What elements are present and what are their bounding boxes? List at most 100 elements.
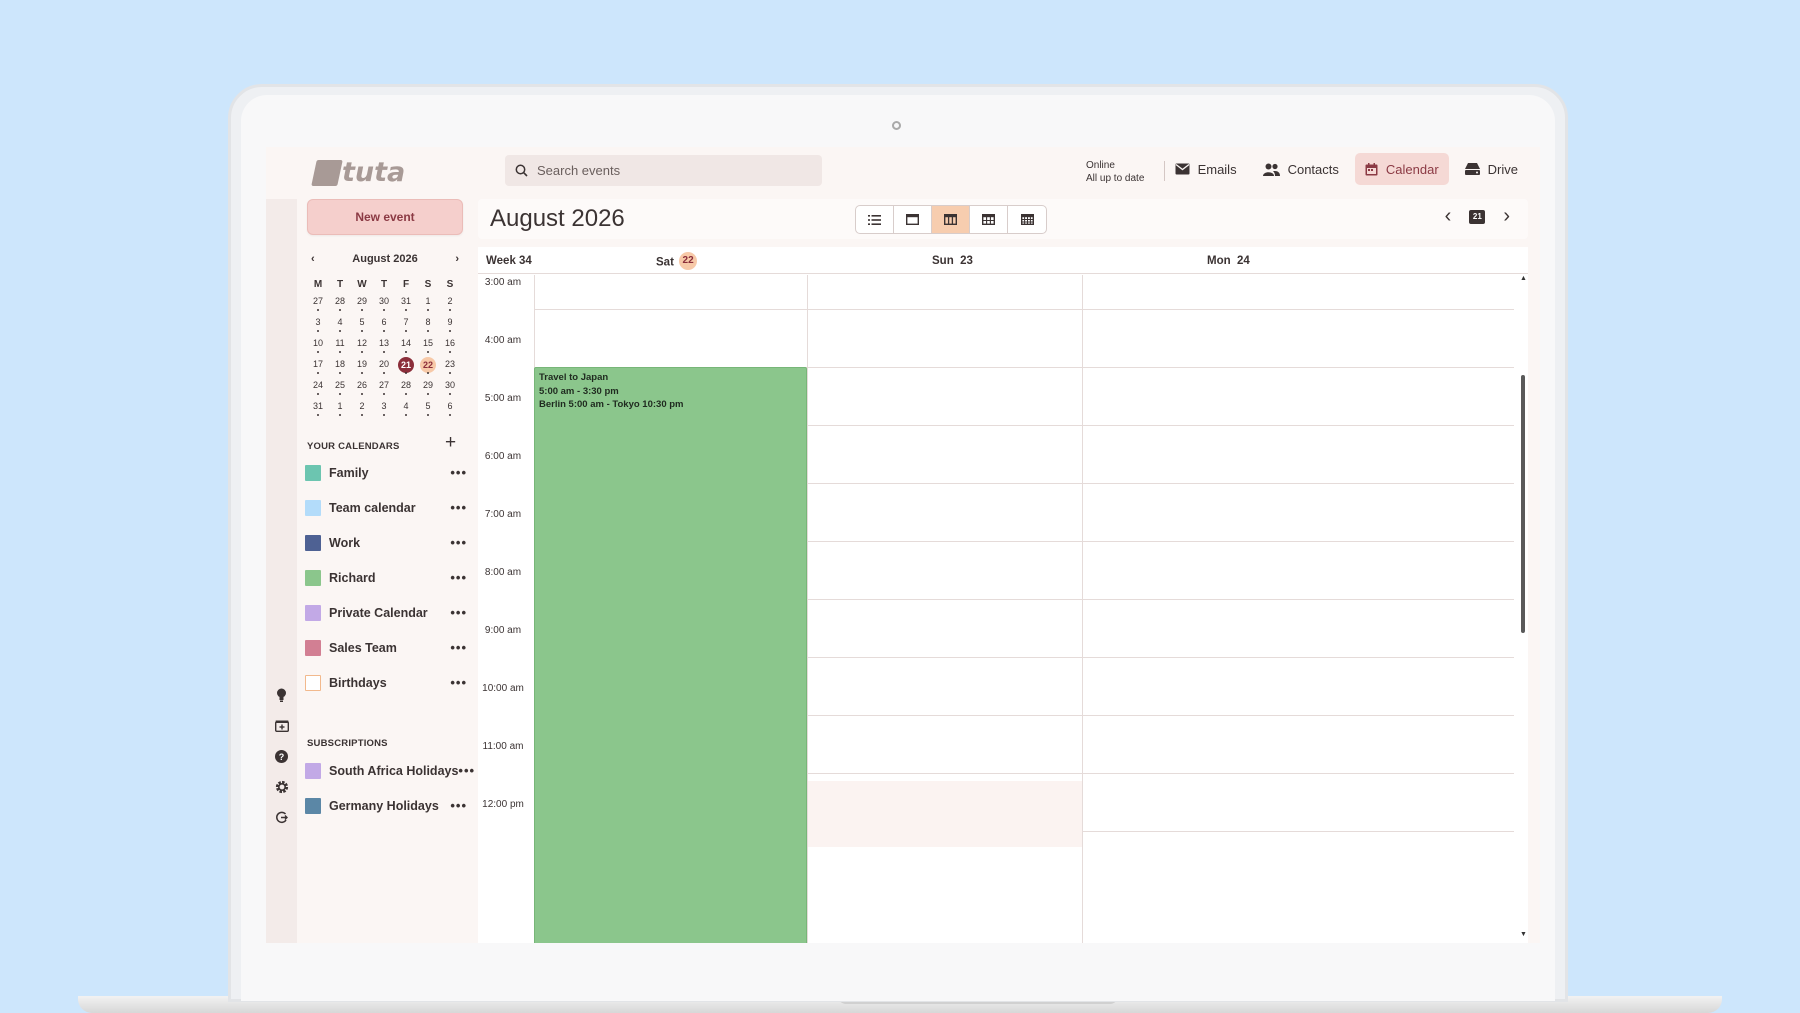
scroll-down-arrow-icon[interactable]: ▼ [1520, 931, 1527, 938]
mini-calendar-day[interactable]: 4 [329, 315, 351, 336]
mini-calendar-day[interactable]: 30 [373, 294, 395, 315]
mini-calendar-day[interactable]: 12 [351, 336, 373, 357]
mini-calendar-day[interactable]: 26 [351, 378, 373, 399]
month-view-icon[interactable] [1008, 206, 1046, 233]
more-options-icon[interactable]: ••• [450, 675, 467, 690]
agenda-view-icon[interactable] [856, 206, 894, 233]
calendar-item[interactable]: Family ••• [305, 455, 467, 490]
mini-calendar-day[interactable]: 24 [307, 378, 329, 399]
more-options-icon[interactable]: ••• [450, 500, 467, 515]
more-options-icon[interactable]: ••• [450, 640, 467, 655]
calendar-item[interactable]: Private Calendar ••• [305, 595, 467, 630]
mini-calendar-day[interactable]: 19 [351, 357, 373, 378]
mini-calendar-day[interactable]: 15 [417, 336, 439, 357]
mini-calendar-day[interactable]: 22 [417, 357, 439, 378]
time-grid[interactable]: Travel to Japan 5:00 am - 3:30 pm Berlin… [478, 275, 1518, 943]
calendar-color-swatch[interactable] [305, 797, 321, 814]
mini-next-month-chevron-right-icon[interactable]: › [455, 253, 459, 265]
mini-calendar-day[interactable]: 1 [329, 399, 351, 420]
calendar-item[interactable]: Germany Holidays ••• [305, 788, 467, 823]
mini-calendar-day[interactable]: 7 [395, 315, 417, 336]
week-view-icon[interactable] [970, 206, 1008, 233]
mini-calendar-day[interactable]: 31 [307, 399, 329, 420]
next-chevron-right-icon[interactable]: › [1503, 205, 1510, 228]
mini-calendar-day[interactable]: 23 [439, 357, 461, 378]
help-icon[interactable]: ? [274, 749, 289, 764]
mini-calendar-day[interactable]: 6 [439, 399, 461, 420]
day-header-sun[interactable]: Sun 23 [932, 255, 973, 267]
calendar-color-swatch[interactable] [305, 674, 321, 691]
import-icon[interactable] [274, 718, 289, 733]
calendar-color-swatch[interactable] [305, 639, 321, 656]
mini-calendar-day[interactable]: 5 [417, 399, 439, 420]
calendar-item[interactable]: South Africa Holidays ••• [305, 753, 474, 788]
nav-drive[interactable]: Drive [1455, 153, 1528, 185]
mini-calendar-day[interactable]: 25 [329, 378, 351, 399]
more-options-icon[interactable]: ••• [450, 465, 467, 480]
calendar-item[interactable]: Birthdays ••• [305, 665, 467, 700]
event-travel-to-japan[interactable]: Travel to Japan 5:00 am - 3:30 pm Berlin… [534, 367, 807, 943]
mini-calendar-day[interactable]: 29 [351, 294, 373, 315]
nav-emails[interactable]: Emails [1165, 153, 1247, 185]
calendar-color-swatch[interactable] [305, 534, 321, 551]
mini-calendar-day[interactable]: 3 [373, 399, 395, 420]
new-event-button[interactable]: New event [307, 199, 463, 235]
mini-calendar-day[interactable]: 5 [351, 315, 373, 336]
mini-calendar-day[interactable]: 20 [373, 357, 395, 378]
mini-calendar-day[interactable]: 21 [395, 357, 417, 378]
mini-prev-month-chevron-left-icon[interactable]: ‹ [311, 253, 315, 265]
logout-icon[interactable] [274, 810, 289, 825]
today-button[interactable]: 21 [1469, 209, 1486, 224]
calendar-item[interactable]: Work ••• [305, 525, 467, 560]
mini-calendar-day[interactable]: 16 [439, 336, 461, 357]
mini-calendar-day[interactable]: 13 [373, 336, 395, 357]
mini-calendar-day[interactable]: 9 [439, 315, 461, 336]
mini-calendar-day[interactable]: 2 [439, 294, 461, 315]
mini-calendar-day[interactable]: 2 [351, 399, 373, 420]
mini-calendar-day[interactable]: 18 [329, 357, 351, 378]
mini-calendar-day[interactable]: 28 [329, 294, 351, 315]
mini-calendar-day[interactable]: 29 [417, 378, 439, 399]
more-options-icon[interactable]: ••• [450, 570, 467, 585]
mini-calendar-day[interactable]: 14 [395, 336, 417, 357]
mini-calendar-day[interactable]: 31 [395, 294, 417, 315]
mini-calendar-day[interactable]: 1 [417, 294, 439, 315]
previous-chevron-left-icon[interactable]: ‹ [1445, 205, 1452, 228]
mini-calendar-day[interactable]: 17 [307, 357, 329, 378]
mini-calendar-day[interactable]: 30 [439, 378, 461, 399]
mini-calendar-day[interactable]: 11 [329, 336, 351, 357]
mini-calendar-day[interactable]: 10 [307, 336, 329, 357]
add-calendar-plus-icon[interactable]: + [445, 433, 456, 452]
mini-calendar-day[interactable]: 28 [395, 378, 417, 399]
calendar-color-swatch[interactable] [305, 604, 321, 621]
settings-icon[interactable] [274, 779, 289, 794]
calendar-item[interactable]: Sales Team ••• [305, 630, 467, 665]
day-header-mon[interactable]: Mon 24 [1207, 255, 1250, 267]
day-view-icon[interactable] [894, 206, 932, 233]
mini-calendar-day[interactable]: 4 [395, 399, 417, 420]
day-header-sat[interactable]: Sat 22 [656, 252, 698, 270]
calendar-item[interactable]: Team calendar ••• [305, 490, 467, 525]
mini-calendar-day[interactable]: 3 [307, 315, 329, 336]
mini-calendar-day[interactable]: 6 [373, 315, 395, 336]
search-bar[interactable] [505, 155, 822, 186]
calendar-color-swatch[interactable] [305, 464, 321, 481]
mini-calendar-day[interactable]: 27 [307, 294, 329, 315]
calendar-color-swatch[interactable] [305, 499, 321, 516]
search-input[interactable] [537, 163, 797, 178]
vertical-scrollbar[interactable]: ▲ ▼ [1519, 275, 1527, 943]
scroll-up-arrow-icon[interactable]: ▲ [1520, 275, 1527, 282]
more-options-icon[interactable]: ••• [450, 535, 467, 550]
calendar-color-swatch[interactable] [305, 569, 321, 586]
more-options-icon[interactable]: ••• [450, 798, 467, 813]
mini-calendar-day[interactable]: 8 [417, 315, 439, 336]
more-options-icon[interactable]: ••• [450, 605, 467, 620]
calendar-item[interactable]: Richard ••• [305, 560, 467, 595]
lightbulb-icon[interactable] [274, 687, 289, 702]
three-day-view-icon[interactable] [932, 206, 970, 233]
mini-calendar-day[interactable]: 27 [373, 378, 395, 399]
nav-calendar[interactable]: Calendar [1354, 153, 1449, 185]
calendar-color-swatch[interactable] [305, 762, 321, 779]
more-options-icon[interactable]: ••• [458, 763, 475, 778]
scrollbar-thumb[interactable] [1521, 375, 1525, 633]
